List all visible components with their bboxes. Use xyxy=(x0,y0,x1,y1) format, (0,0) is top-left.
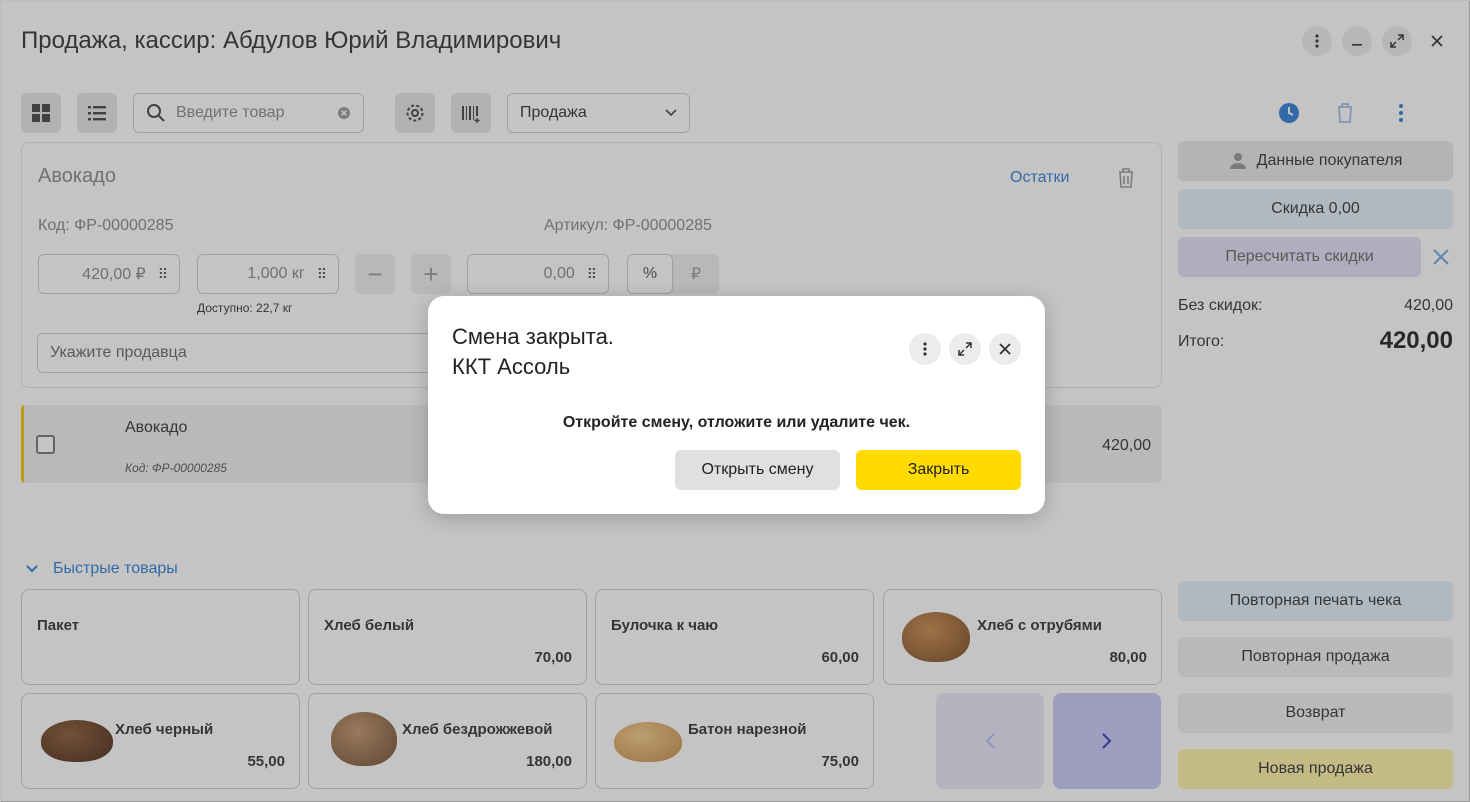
close-dialog-button[interactable]: Закрыть xyxy=(856,450,1021,490)
open-shift-button[interactable]: Открыть смену xyxy=(675,450,840,490)
dialog-title-line1: Смена закрыта. xyxy=(452,324,614,349)
dialog-close-icon[interactable] xyxy=(989,333,1021,365)
sale-window: Продажа, кассир: Абдулов Юрий Владимиров… xyxy=(0,0,1470,802)
dialog-title-line2: ККТ Ассоль xyxy=(452,354,571,379)
dialog-message: Откройте смену, отложите или удалите чек… xyxy=(562,414,911,431)
dialog-title: Смена закрыта. ККТ Ассоль xyxy=(452,322,614,382)
shift-closed-dialog: Смена закрыта. ККТ Ассоль Откройте смену… xyxy=(428,296,1045,514)
dialog-more-icon[interactable] xyxy=(909,333,941,365)
dialog-expand-icon[interactable] xyxy=(949,333,981,365)
